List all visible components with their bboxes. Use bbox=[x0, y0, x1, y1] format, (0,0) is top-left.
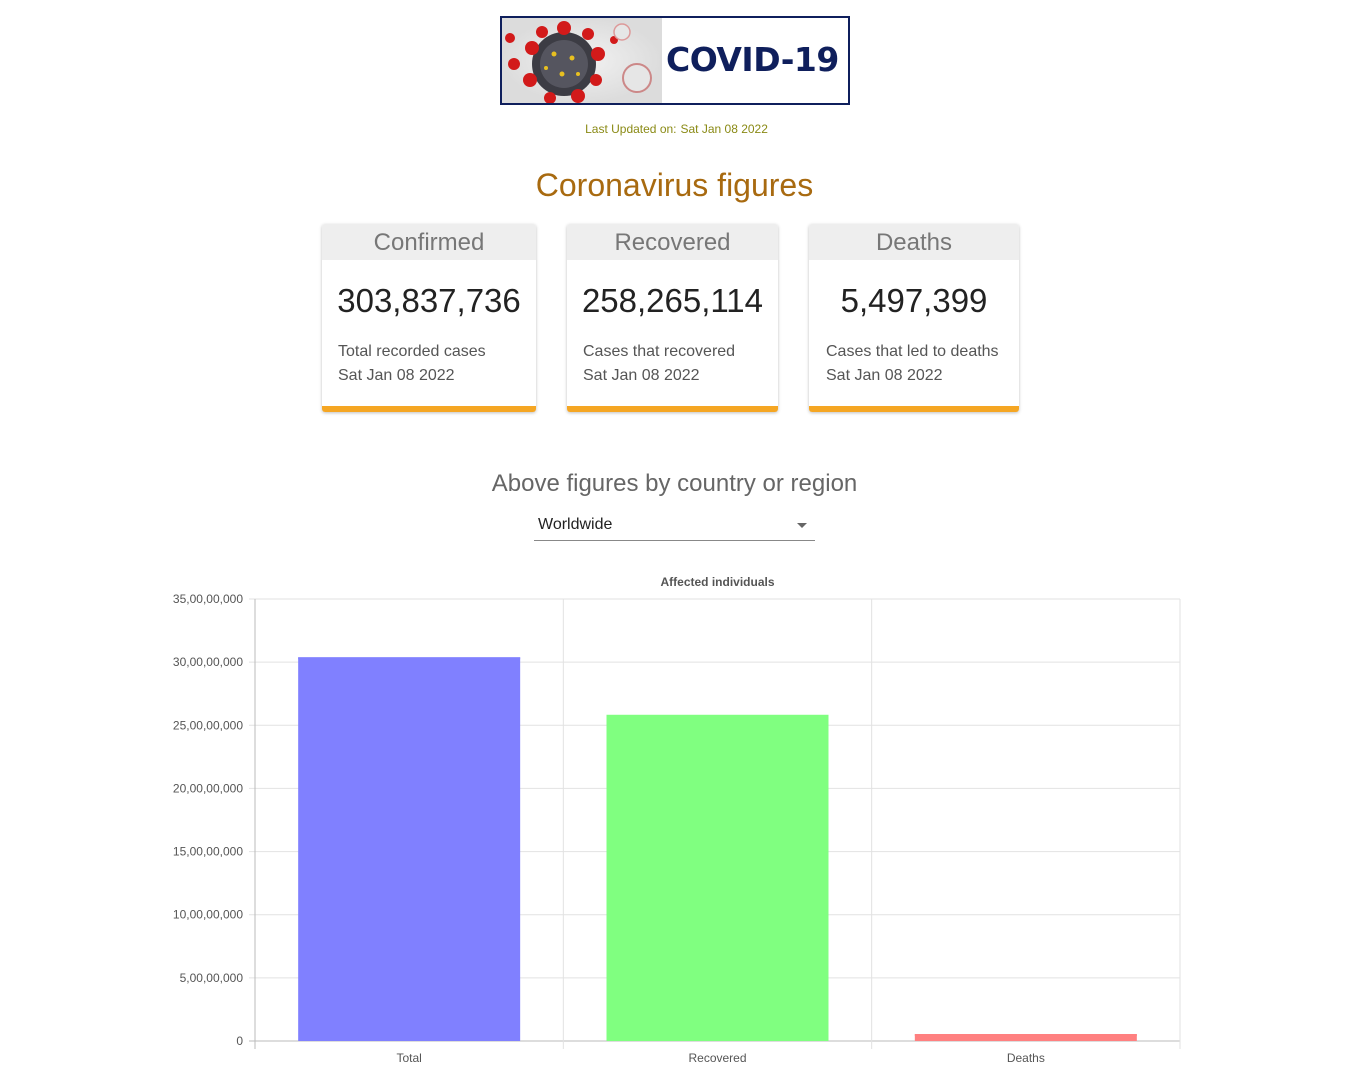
confirmed-title: Confirmed bbox=[322, 224, 536, 260]
affected-chart: Affected individuals 0 5,00,00,000 10,00,00… bbox=[173, 575, 1181, 1065]
recovered-title: Recovered bbox=[567, 224, 778, 260]
page-title: Coronavirus figures bbox=[535, 167, 814, 203]
y-tick-label: 20,00,00,000 bbox=[173, 781, 243, 795]
confirmed-date: Sat Jan 08 2022 bbox=[338, 367, 455, 384]
confirmed-card: Confirmed 303,837,736 Total recorded cas… bbox=[322, 224, 536, 412]
confirmed-value: 303,837,736 bbox=[337, 282, 521, 319]
bar-total bbox=[298, 657, 521, 1041]
bar-recovered bbox=[606, 714, 829, 1041]
recovered-card: Recovered 258,265,114 Cases that recover… bbox=[567, 224, 778, 412]
logo-text: COVID-19 bbox=[666, 40, 839, 79]
last-updated: Last Updated on: Sat Jan 08 2022 bbox=[0, 122, 1349, 136]
y-tick-label: 10,00,00,000 bbox=[173, 908, 243, 922]
last-updated-date: Sat Jan 08 2022 bbox=[680, 122, 768, 136]
confirmed-accent-bar bbox=[322, 406, 536, 412]
x-tick-label: Deaths bbox=[1007, 1051, 1045, 1065]
last-updated-label: Last Updated on: bbox=[585, 122, 677, 136]
deaths-card: Deaths 5,497,399 Cases that led to death… bbox=[809, 224, 1019, 412]
country-select-value: Worldwide bbox=[538, 516, 613, 533]
y-tick-label: 0 bbox=[236, 1034, 243, 1048]
y-tick-label: 5,00,00,000 bbox=[180, 971, 244, 985]
recovered-description: Cases that recovered bbox=[583, 343, 736, 360]
x-tick-label: Recovered bbox=[688, 1051, 746, 1065]
country-select[interactable]: Worldwide bbox=[534, 512, 815, 541]
y-tick-label: 30,00,00,000 bbox=[173, 655, 243, 669]
deaths-date: Sat Jan 08 2022 bbox=[826, 367, 943, 384]
recovered-value: 258,265,114 bbox=[581, 282, 764, 319]
y-tick-label: 25,00,00,000 bbox=[173, 718, 243, 732]
chart-title: Affected individuals bbox=[660, 575, 774, 589]
recovered-accent-bar bbox=[567, 406, 778, 412]
y-tick-label: 15,00,00,000 bbox=[173, 845, 243, 859]
deaths-accent-bar bbox=[809, 406, 1019, 412]
y-tick-label: 35,00,00,000 bbox=[173, 592, 243, 606]
deaths-title: Deaths bbox=[809, 224, 1019, 260]
region-title: Above figures by country or region bbox=[491, 470, 858, 497]
confirmed-description: Total recorded cases bbox=[338, 343, 486, 360]
x-tick-label: Total bbox=[396, 1051, 421, 1065]
recovered-date: Sat Jan 08 2022 bbox=[583, 367, 700, 384]
covid-logo: COVID-19 bbox=[500, 16, 850, 105]
deaths-value: 5,497,399 bbox=[840, 282, 988, 319]
deaths-description: Cases that led to deaths bbox=[826, 343, 999, 360]
chevron-down-icon[interactable] bbox=[797, 523, 807, 528]
